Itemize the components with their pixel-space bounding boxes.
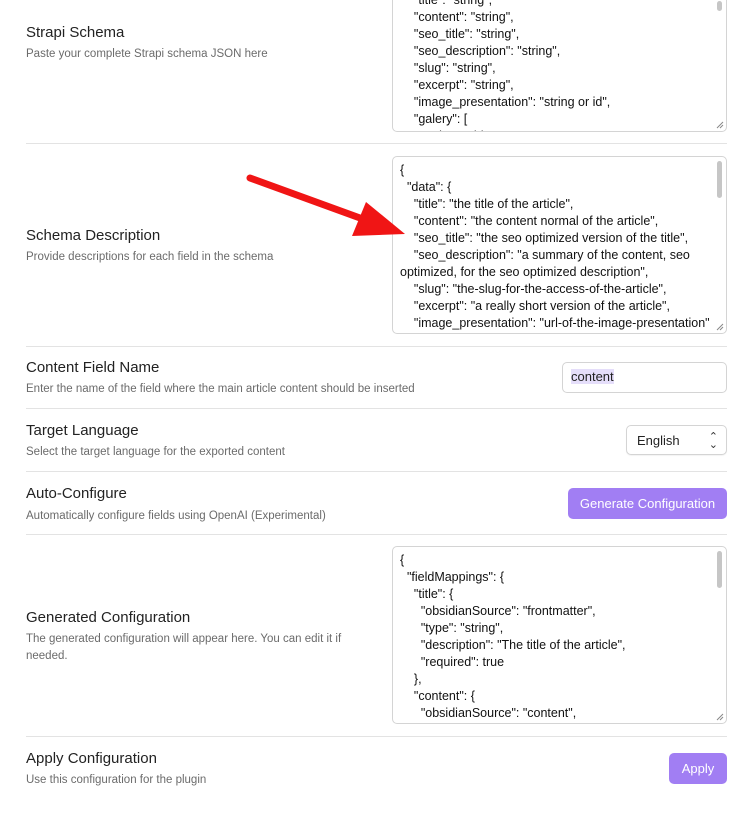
setting-description: The generated configuration will appear …	[26, 633, 342, 662]
schema-description-text: { "data": { "title": "the title of the a…	[400, 163, 710, 330]
resize-grip-icon[interactable]	[715, 120, 724, 129]
setting-name: Schema Description	[26, 227, 161, 244]
strapi-schema-textarea[interactable]: "title": "string", "content": "string", …	[392, 0, 727, 132]
setting-description: Select the target language for the expor…	[26, 446, 285, 458]
scrollbar[interactable]	[717, 161, 722, 198]
scrollbar[interactable]	[717, 1, 722, 11]
resize-grip-icon[interactable]	[715, 322, 724, 331]
setting-description: Provide descriptions for each field in t…	[26, 251, 274, 263]
generated-configuration-text: { "fieldMappings": { "title": { "obsidia…	[400, 553, 626, 720]
setting-description: Paste your complete Strapi schema JSON h…	[26, 48, 268, 60]
resize-grip-icon[interactable]	[715, 712, 724, 721]
target-language-select[interactable]: English ⌃ ⌄	[626, 425, 727, 455]
setting-apply-configuration: Apply Configuration Use this configurati…	[26, 737, 727, 807]
setting-name: Target Language	[26, 422, 139, 439]
chevron-updown-icon: ⌃ ⌄	[708, 431, 718, 451]
scrollbar[interactable]	[717, 551, 722, 588]
target-language-value: English	[637, 433, 680, 448]
generated-configuration-textarea[interactable]: { "fieldMappings": { "title": { "obsidia…	[392, 546, 727, 724]
setting-description: Enter the name of the field where the ma…	[26, 383, 415, 395]
strapi-schema-text: "title": "string", "content": "string", …	[413, 0, 611, 131]
setting-target-language: Target Language Select the target langua…	[26, 409, 727, 472]
setting-description: Automatically configure fields using Ope…	[26, 510, 326, 522]
schema-description-textarea[interactable]: { "data": { "title": "the title of the a…	[392, 156, 727, 334]
content-field-value: content	[571, 369, 614, 384]
setting-name: Generated Configuration	[26, 609, 191, 626]
setting-name: Apply Configuration	[26, 750, 157, 767]
setting-name: Strapi Schema	[26, 24, 125, 41]
apply-button[interactable]: Apply	[669, 753, 727, 784]
setting-description: Use this configuration for the plugin	[26, 774, 207, 786]
content-field-input[interactable]: content	[562, 362, 727, 393]
setting-name: Auto-Configure	[26, 485, 127, 502]
generate-configuration-button[interactable]: Generate Configuration	[568, 488, 727, 519]
setting-name: Content Field Name	[26, 359, 160, 376]
